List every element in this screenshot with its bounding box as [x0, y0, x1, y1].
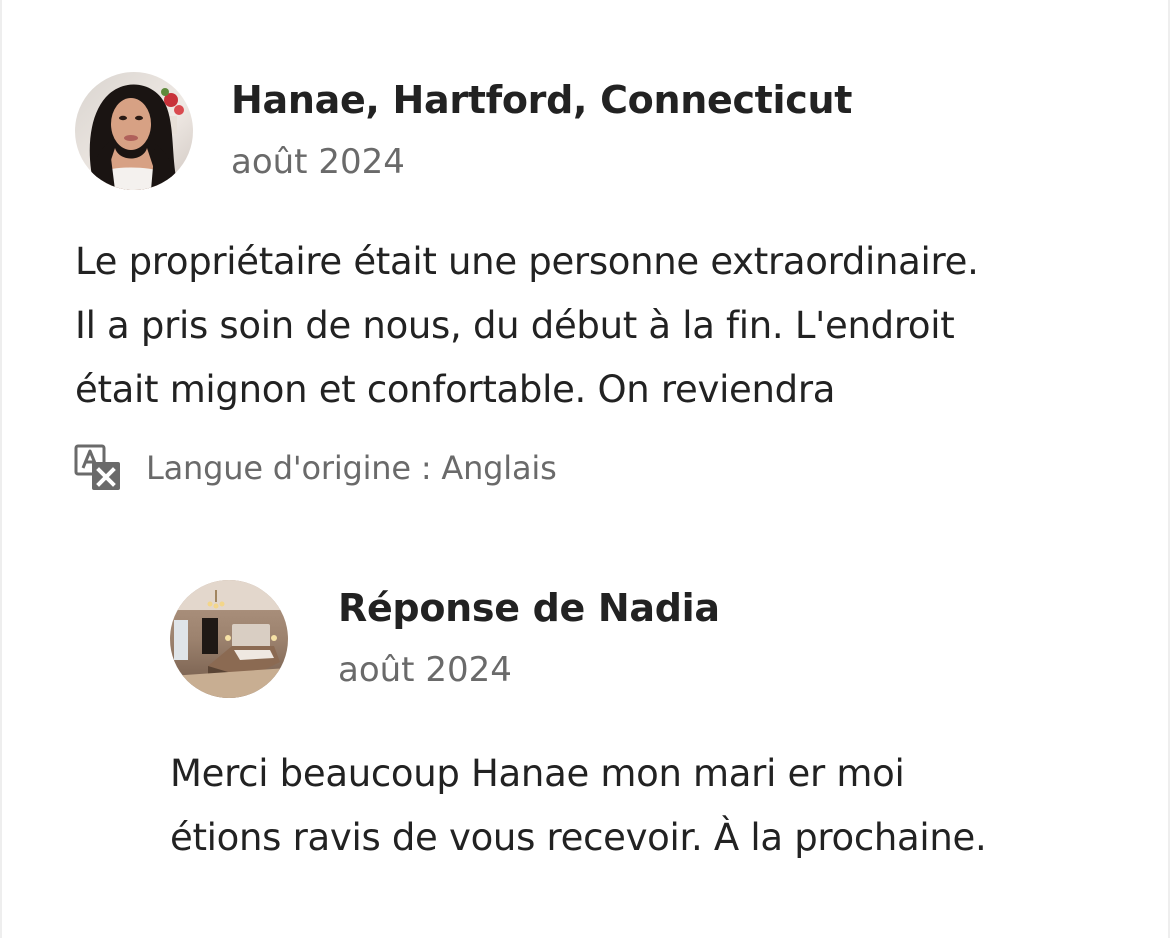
original-language-label: Langue d'origine : Anglais — [146, 449, 557, 487]
host-avatar[interactable] — [170, 580, 288, 698]
response-text-line: Merci beaucoup Hanae mon mari er moi — [170, 752, 905, 795]
review-text-line: était mignon et confortable. On reviendr… — [75, 368, 836, 411]
response-text: Merci beaucoup Hanae mon mari er moi éti… — [170, 742, 1150, 870]
original-language-row: Langue d'origine : Anglais — [74, 444, 557, 492]
review-header: Hanae, Hartford, Connecticut août 2024 — [75, 72, 852, 190]
response-text-line: étions ravis de vous recevoir. À la proc… — [170, 816, 987, 859]
reviewer-avatar[interactable] — [75, 72, 193, 190]
response-info: Réponse de Nadia août 2024 — [338, 586, 720, 690]
review-date: août 2024 — [231, 142, 405, 182]
review-text-line: Le propriétaire était une personne extra… — [75, 240, 979, 283]
review-card: Hanae, Hartford, Connecticut août 2024 L… — [0, 0, 1170, 938]
reviewer-info: Hanae, Hartford, Connecticut août 2024 — [231, 78, 852, 182]
reviewer-name[interactable]: Hanae, Hartford, Connecticut — [231, 78, 852, 122]
response-header: Réponse de Nadia août 2024 — [170, 580, 720, 698]
translate-icon — [74, 444, 120, 490]
response-date: août 2024 — [338, 650, 512, 690]
review-text: Le propriétaire était une personne extra… — [75, 230, 1135, 422]
review-text-line: Il a pris soin de nous, du début à la fi… — [75, 304, 955, 347]
response-title: Réponse de Nadia — [338, 586, 720, 630]
